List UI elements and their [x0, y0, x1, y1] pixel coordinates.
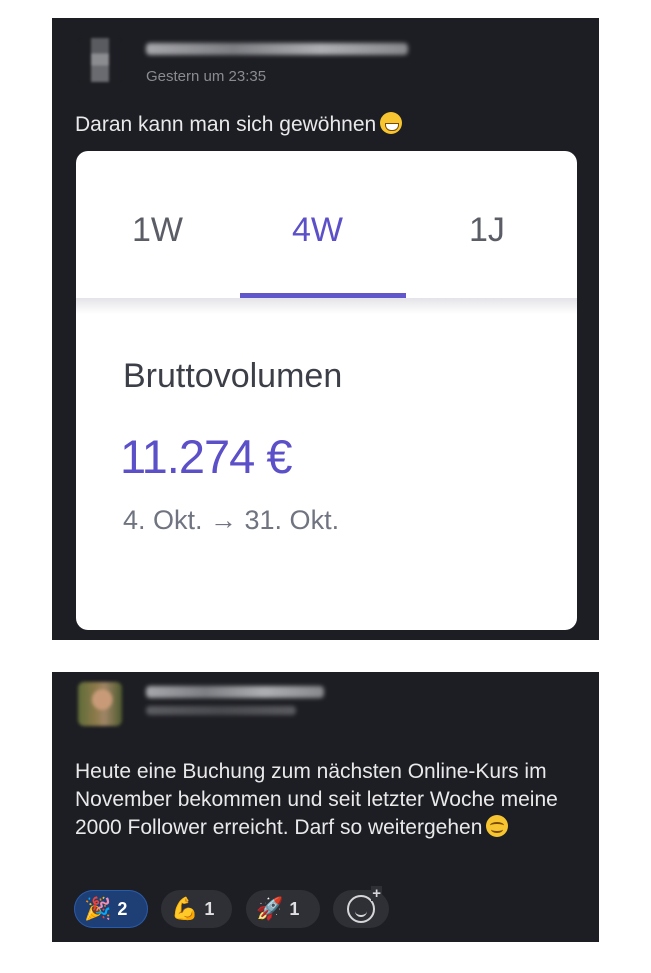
tab-1j[interactable]: 1J	[469, 211, 505, 250]
grinning-face-icon	[380, 112, 403, 134]
reaction-flexed-biceps[interactable]: 💪 1	[161, 890, 232, 928]
tab-1w[interactable]: 1W	[132, 211, 183, 250]
blurred-username[interactable]	[146, 686, 324, 698]
blurred-timestamp[interactable]	[146, 706, 296, 715]
add-reaction-icon	[347, 886, 383, 923]
rocket-icon: 🚀	[256, 896, 284, 921]
add-reaction-button[interactable]	[333, 886, 389, 928]
message-body: Daran kann man sich gewöhnen	[75, 113, 377, 136]
message-post: Heute eine Buchung zum nächsten Online-K…	[52, 672, 599, 942]
party-popper-icon: 🎉	[84, 896, 112, 921]
period-tabs: 1W 4W 1J	[76, 151, 577, 298]
flexed-biceps-icon: 💪	[171, 896, 199, 921]
reaction-count: 1	[289, 898, 300, 919]
smiling-face-icon	[486, 815, 509, 837]
metric-label: Bruttovolumen	[123, 357, 343, 395]
blurred-username[interactable]	[146, 43, 408, 55]
reaction-count: 1	[204, 898, 215, 919]
reaction-rocket[interactable]: 🚀 1	[246, 890, 320, 928]
user-avatar[interactable]	[78, 38, 122, 82]
user-avatar[interactable]	[78, 682, 122, 726]
tab-4w[interactable]: 4W	[292, 211, 343, 250]
metric-value: 11.274 €	[120, 430, 292, 483]
message-text: Daran kann man sich gewöhnen	[75, 111, 403, 139]
message-text: Heute eine Buchung zum nächsten Online-K…	[75, 758, 585, 842]
reaction-party-popper[interactable]: 🎉 2	[74, 890, 148, 928]
screenshot-card[interactable]: 1W 4W 1J Bruttovolumen 11.274 € 4. Okt. …	[76, 151, 577, 630]
date-range: 4. Okt. → 31. Okt.	[123, 505, 340, 535]
reaction-count: 2	[117, 898, 128, 919]
message-post: Gestern um 23:35 Daran kann man sich gew…	[52, 18, 599, 640]
tab-divider-shadow	[76, 298, 577, 314]
timestamp[interactable]: Gestern um 23:35	[146, 68, 266, 85]
